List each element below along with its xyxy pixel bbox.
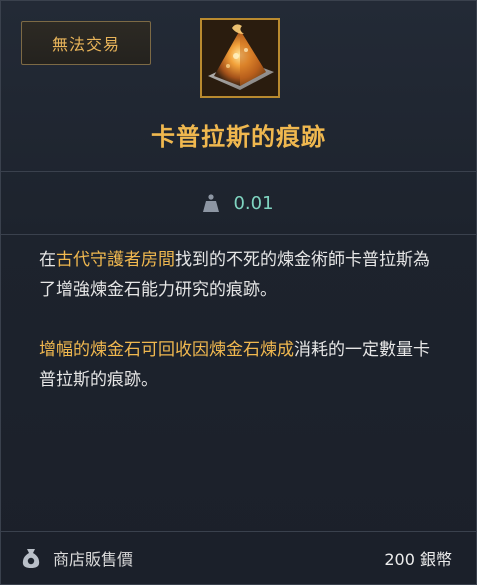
description-highlight-refining: 煉金石煉成	[209, 340, 294, 360]
item-name: 卡普拉斯的痕跡	[151, 123, 326, 151]
money-bag-icon	[22, 549, 40, 568]
untradeable-badge: 無法交易	[21, 21, 151, 65]
item-tooltip: 無法交易 卡普拉斯的痕跡 0.01 在古代守護者房間找到的不死的煉金術師卡普拉斯…	[0, 0, 477, 585]
item-icon[interactable]	[200, 18, 280, 98]
weight-icon	[203, 194, 220, 212]
untradeable-badge-label: 無法交易	[51, 35, 120, 54]
weight-value: 0.01	[233, 192, 274, 214]
sell-price-label-group: 商店販售價	[21, 546, 384, 570]
tooltip-header: 無法交易 卡普拉斯的痕跡	[1, 1, 476, 172]
item-description: 在古代守護者房間找到的不死的煉金術師卡普拉斯為了增強煉金石能力研究的痕跡。 增幅…	[1, 235, 476, 395]
tooltip-footer: 商店販售價 200 銀幣	[1, 531, 476, 584]
sell-price-label: 商店販售價	[53, 550, 134, 569]
description-highlight-location: 古代守護者房間	[56, 250, 175, 270]
description-highlight-recovery: 增幅的煉金石可回收因	[39, 340, 209, 360]
description-paragraph-2: 增幅的煉金石可回收因煉金石煉成消耗的一定數量卡普拉斯的痕跡。	[39, 335, 438, 395]
weight-row: 0.01	[1, 172, 476, 235]
description-paragraph-1: 在古代守護者房間找到的不死的煉金術師卡普拉斯為了增強煉金石能力研究的痕跡。	[39, 245, 438, 305]
glowing-pyramid-stone-icon	[202, 20, 278, 96]
sell-price-value: 200 銀幣	[384, 550, 452, 569]
description-text: 在	[39, 250, 56, 270]
